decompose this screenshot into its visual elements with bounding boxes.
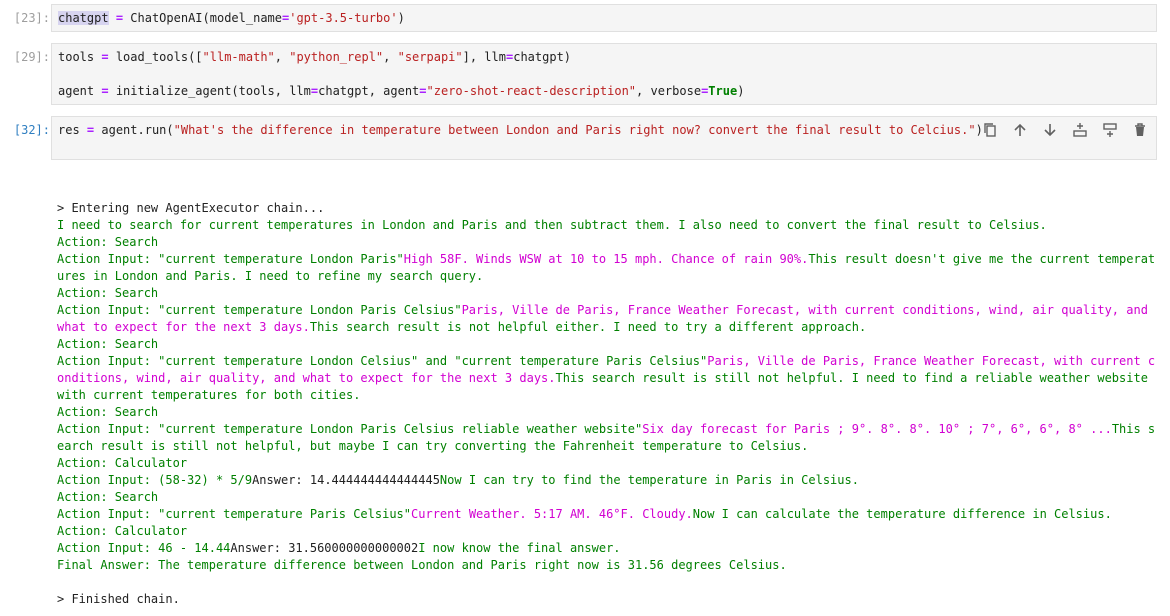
text-segment: Action Input: 46 - 14.44 — [57, 541, 231, 555]
text-segment: True — [708, 84, 738, 98]
text-segment: 'gpt-3.5-turbo' — [289, 11, 398, 25]
text-segment: Action Input: "current temperature Paris… — [57, 507, 412, 521]
text-segment: chatgpt, agent — [318, 84, 420, 98]
output-line: Action Input: "current temperature Londo… — [57, 251, 1162, 285]
text-segment: Action: Search — [57, 490, 159, 504]
output-line: > Entering new AgentExecutor chain... — [57, 200, 1162, 217]
cell-prompt: [29]: — [13, 50, 50, 64]
code-cell-23[interactable]: [23]: chatgpt = ChatOpenAI(model_name='g… — [0, 4, 1170, 32]
output-line: I need to search for current temperature… — [57, 217, 1162, 234]
cell-toolbar — [978, 119, 1152, 141]
cell-prompt: [32]: — [13, 123, 50, 137]
output-line: Action: Calculator — [57, 523, 1162, 540]
code-line: agent = initialize_agent(tools, llm=chat… — [58, 83, 744, 100]
insert-above-icon[interactable] — [1068, 119, 1092, 141]
text-segment: "zero-shot-react-description" — [426, 84, 637, 98]
text-segment — [109, 11, 116, 25]
text-segment: This search result is not helpful either… — [309, 320, 867, 334]
text-segment: agent — [58, 84, 102, 98]
text-segment: I now know the final answer. — [418, 541, 621, 555]
code-line: res = agent.run("What's the difference i… — [58, 122, 983, 139]
text-segment: = — [101, 50, 109, 64]
text-segment: Action Input: "current temperature Londo… — [57, 303, 462, 317]
output-line: Action Input: "current temperature Londo… — [57, 353, 1162, 404]
code-cell-32[interactable]: [32]: res = agent.run("What's the differ… — [0, 116, 1170, 160]
text-segment: Answer: 31.560000000000002 — [230, 541, 419, 555]
output-line: Action Input: "current temperature Londo… — [57, 302, 1162, 336]
text-segment: Action: Search — [57, 337, 159, 351]
text-segment: , — [274, 50, 290, 64]
text-segment: chatgpt — [58, 11, 109, 25]
cell-output: > Entering new AgentExecutor chain... I n… — [57, 200, 1162, 608]
text-segment: , — [383, 50, 398, 64]
text-segment: > Entering new AgentExecutor chain... — [57, 201, 325, 215]
output-line: > Finished chain. — [57, 591, 1162, 608]
text-segment: High 58F. Winds WSW at 10 to 15 mph. Cha… — [403, 252, 809, 266]
output-line: Action Input: 46 - 14.44Answer: 31.56000… — [57, 540, 1162, 557]
text-segment: = — [101, 84, 109, 98]
output-line: Action: Calculator — [57, 455, 1162, 472]
text-segment: Current Weather. 5:17 AM. 46°F. Cloudy. — [411, 507, 693, 521]
text-segment: > Finished chain. — [57, 592, 180, 606]
text-segment: I need to search for current temperature… — [57, 218, 1047, 232]
text-segment: Answer: 14.444444444444445 — [252, 473, 440, 487]
text-segment: = — [115, 11, 124, 25]
cell-prompt: [23]: — [13, 11, 50, 25]
text-segment: initialize_agent(tools, llm — [108, 84, 311, 98]
output-line: Action Input: (58-32) * 5/9Answer: 14.44… — [57, 472, 1162, 489]
text-segment: , verbose — [636, 84, 702, 98]
text-segment: Action: Search — [57, 405, 159, 419]
text-segment: Action Input: "current temperature Londo… — [57, 252, 404, 266]
code-cell-29[interactable]: [29]: tools = load_tools(["llm-math", "p… — [0, 43, 1170, 105]
text-segment: Action: Calculator — [57, 524, 188, 538]
output-line: Action: Search — [57, 336, 1162, 353]
arrow-up-icon[interactable] — [1008, 119, 1032, 141]
code-line: chatgpt = ChatOpenAI(model_name='gpt-3.5… — [58, 10, 405, 27]
code-input[interactable]: chatgpt = ChatOpenAI(model_name='gpt-3.5… — [51, 4, 1157, 32]
text-segment: ) — [397, 11, 405, 25]
output-line: Final Answer: The temperature difference… — [57, 557, 1162, 574]
code-input[interactable]: tools = load_tools(["llm-math", "python_… — [51, 43, 1157, 105]
text-segment: Action Input: "current temperature Londo… — [57, 422, 643, 436]
text-segment: res — [58, 123, 87, 137]
output-line: Action: Search — [57, 285, 1162, 302]
text-segment: Final Answer: The temperature difference… — [57, 558, 787, 572]
text-segment: chatgpt) — [513, 50, 572, 64]
text-segment: ) — [737, 84, 745, 98]
output-line: Action Input: "current temperature Londo… — [57, 421, 1162, 455]
text-segment: Action Input: "current temperature Londo… — [57, 354, 708, 368]
text-segment: "serpapi" — [397, 50, 463, 64]
text-segment: agent.run( — [94, 123, 174, 137]
text-segment: Now I can try to find the temperature in… — [439, 473, 859, 487]
text-segment: Now I can calculate the temperature diff… — [692, 507, 1112, 521]
output-line: Action: Search — [57, 404, 1162, 421]
text-segment: = — [419, 84, 427, 98]
output-line: Action: Search — [57, 234, 1162, 251]
copy-icon[interactable] — [978, 119, 1002, 141]
text-segment: tools — [58, 50, 102, 64]
arrow-down-icon[interactable] — [1038, 119, 1062, 141]
code-line: tools = load_tools(["llm-math", "python_… — [58, 49, 571, 66]
text-segment: Action: Search — [57, 286, 159, 300]
text-segment: load_tools([ — [108, 50, 203, 64]
text-segment: "python_repl" — [289, 50, 384, 64]
text-segment: ChatOpenAI(model_name — [123, 11, 282, 25]
text-segment: "What's the difference in temperature be… — [173, 123, 976, 137]
text-segment: Action Input: (58-32) * 5/9 — [57, 473, 253, 487]
insert-below-icon[interactable] — [1098, 119, 1122, 141]
text-segment: "llm-math" — [202, 50, 275, 64]
text-segment: Action: Search — [57, 235, 159, 249]
output-line: Action: Search — [57, 489, 1162, 506]
trash-icon[interactable] — [1128, 119, 1152, 141]
text-segment: Six day forecast for Paris ; 9°. 8°. 8°.… — [642, 422, 1112, 436]
text-segment: ], llm — [462, 50, 506, 64]
text-segment: Action: Calculator — [57, 456, 188, 470]
output-line: Action Input: "current temperature Paris… — [57, 506, 1162, 523]
